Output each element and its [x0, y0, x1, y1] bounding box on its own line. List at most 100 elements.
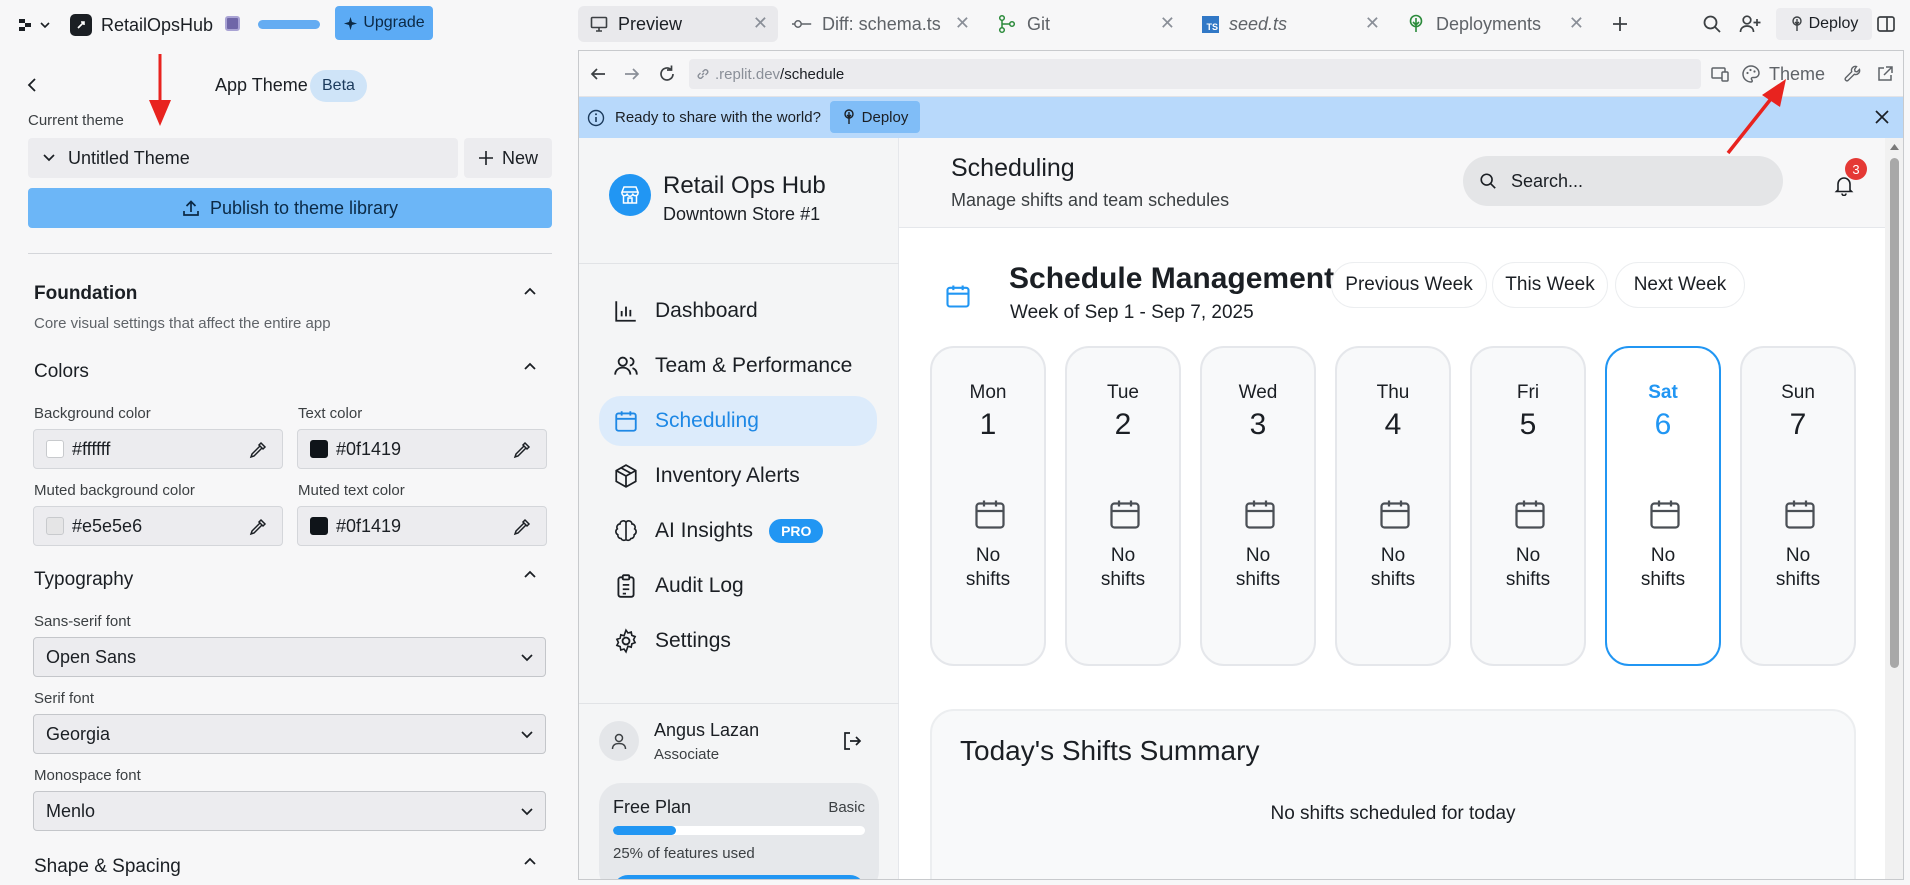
summary-empty-text: No shifts scheduled for today: [1270, 803, 1516, 824]
shape-spacing-title: Shape & Spacing: [34, 856, 181, 877]
upgrade-button[interactable]: Upgrade: [335, 6, 433, 40]
day-card-thu[interactable]: Thu 4 No shifts: [1335, 346, 1451, 666]
eyedropper-icon[interactable]: [512, 517, 532, 537]
eyedropper-icon[interactable]: [512, 440, 532, 460]
deploy-icon: [843, 109, 854, 124]
nav-inventory-alerts[interactable]: Inventory Alerts: [599, 451, 877, 501]
nav-ai-insights[interactable]: AI Insights PRO: [599, 506, 877, 556]
close-tab-icon[interactable]: ✕: [753, 13, 768, 34]
muted-background-color-field[interactable]: #e5e5e6: [33, 506, 283, 546]
mono-font-label: Monospace font: [34, 767, 141, 784]
calendar-icon: [1245, 500, 1275, 529]
back-icon[interactable]: [24, 76, 42, 94]
text-color-label: Text color: [298, 405, 363, 422]
tab-seed[interactable]: TS seed.ts ✕: [1190, 6, 1390, 42]
current-theme-select[interactable]: Untitled Theme: [28, 138, 458, 178]
logout-icon[interactable]: [841, 730, 863, 752]
nav-dashboard[interactable]: Dashboard: [599, 286, 877, 336]
text-color-field[interactable]: #0f1419: [297, 429, 547, 469]
url-field[interactable]: .replit.dev/schedule: [689, 59, 1701, 89]
nav-team-performance[interactable]: Team & Performance: [599, 341, 877, 391]
nav-settings[interactable]: Settings: [599, 616, 877, 666]
upgrade-plan-button[interactable]: [613, 875, 865, 879]
tab-preview[interactable]: Preview ✕: [578, 6, 778, 42]
calendar-icon: [946, 285, 970, 308]
current-theme-label: Current theme: [28, 112, 124, 129]
plan-tier: Basic: [828, 799, 865, 816]
replit-menu-icon[interactable]: [18, 14, 54, 36]
search-icon[interactable]: [1698, 10, 1726, 38]
divider: [28, 253, 552, 254]
muted-text-color-field[interactable]: #0f1419: [297, 506, 547, 546]
collapse-shape-spacing-icon[interactable]: [522, 853, 538, 869]
nav-scheduling[interactable]: Scheduling: [599, 396, 877, 446]
workspace-logo-icon: [70, 14, 92, 36]
sans-font-select[interactable]: Open Sans: [33, 637, 546, 677]
publish-theme-button[interactable]: Publish to theme library: [28, 188, 552, 228]
collapse-foundation-icon[interactable]: [522, 283, 538, 299]
close-tab-icon[interactable]: ✕: [1569, 13, 1584, 34]
collapse-colors-icon[interactable]: [522, 358, 538, 374]
deploy-button[interactable]: Deploy: [1776, 8, 1872, 40]
reload-icon[interactable]: [657, 64, 677, 84]
eyedropper-icon[interactable]: [248, 440, 268, 460]
workspace-name: RetailOpsHub: [101, 14, 214, 35]
new-theme-button[interactable]: New: [464, 138, 552, 178]
git-icon: [998, 14, 1016, 34]
close-tab-icon[interactable]: ✕: [1160, 13, 1175, 34]
background-color-field[interactable]: #ffffff: [33, 429, 283, 469]
eyedropper-icon[interactable]: [248, 517, 268, 537]
workspace-selector[interactable]: RetailOpsHub: [70, 12, 213, 38]
notifications-button[interactable]: 3: [1829, 158, 1867, 200]
open-external-icon[interactable]: [1875, 64, 1895, 84]
back-arrow-icon[interactable]: [589, 65, 607, 83]
info-icon: [587, 109, 605, 127]
app-sidebar: Retail Ops Hub Downtown Store #1 Dashboa…: [579, 138, 899, 879]
calendar-icon: [1515, 500, 1545, 529]
deploy-banner: Ready to share with the world? Deploy: [579, 97, 1903, 138]
annotation-arrow-theme: [1726, 79, 1786, 155]
day-card-wed[interactable]: Wed 3 No shifts: [1200, 346, 1316, 666]
clipboard-icon: [617, 574, 635, 598]
beta-badge: Beta: [310, 70, 367, 102]
banner-deploy-button[interactable]: Deploy: [830, 101, 920, 133]
day-card-sun[interactable]: Sun 7 No shifts: [1740, 346, 1856, 666]
day-card-mon[interactable]: Mon 1 No shifts: [930, 346, 1046, 666]
scrollbar-thumb[interactable]: [1890, 158, 1899, 668]
progress-indicator: [258, 20, 320, 29]
invite-user-icon[interactable]: [1736, 10, 1764, 38]
store-logo-icon: [609, 174, 651, 216]
serif-font-select[interactable]: Georgia: [33, 714, 546, 754]
tab-deployments[interactable]: Deployments ✕: [1394, 6, 1594, 42]
calendar-icon: [1650, 500, 1680, 529]
this-week-button[interactable]: This Week: [1492, 262, 1608, 308]
search-input[interactable]: Search...: [1463, 156, 1783, 206]
scrollbar-track[interactable]: [1885, 138, 1903, 879]
collapse-typography-icon[interactable]: [522, 566, 538, 582]
toggle-panel-icon[interactable]: [1872, 10, 1900, 38]
calendar-icon: [1380, 500, 1410, 529]
mono-font-select[interactable]: Menlo: [33, 791, 546, 831]
week-range: Week of Sep 1 - Sep 7, 2025: [1010, 302, 1254, 323]
next-week-button[interactable]: Next Week: [1615, 262, 1745, 308]
project-color-icon: [225, 16, 240, 31]
previous-week-button[interactable]: Previous Week: [1331, 262, 1487, 308]
plan-name: Free Plan: [613, 797, 692, 817]
store-name: Downtown Store #1: [663, 204, 821, 224]
chevron-down-icon: [521, 808, 533, 816]
color-swatch: [310, 440, 328, 458]
new-tab-icon[interactable]: [1606, 10, 1634, 38]
day-card-fri[interactable]: Fri 5 No shifts: [1470, 346, 1586, 666]
wrench-icon[interactable]: [1843, 64, 1863, 84]
tab-diff-schema[interactable]: Diff: schema.ts ✕: [780, 6, 980, 42]
close-tab-icon[interactable]: ✕: [955, 13, 970, 34]
annotation-arrow-down: [149, 54, 171, 126]
day-card-tue[interactable]: Tue 2 No shifts: [1065, 346, 1181, 666]
day-card-sat[interactable]: Sat 6 No shifts: [1605, 346, 1721, 666]
nav-audit-log[interactable]: Audit Log: [599, 561, 877, 611]
close-banner-icon[interactable]: [1874, 109, 1890, 125]
close-tab-icon[interactable]: ✕: [1365, 13, 1380, 34]
tab-git[interactable]: Git ✕: [985, 6, 1185, 42]
forward-arrow-icon[interactable]: [623, 65, 641, 83]
scroll-up-icon[interactable]: [1890, 144, 1899, 150]
